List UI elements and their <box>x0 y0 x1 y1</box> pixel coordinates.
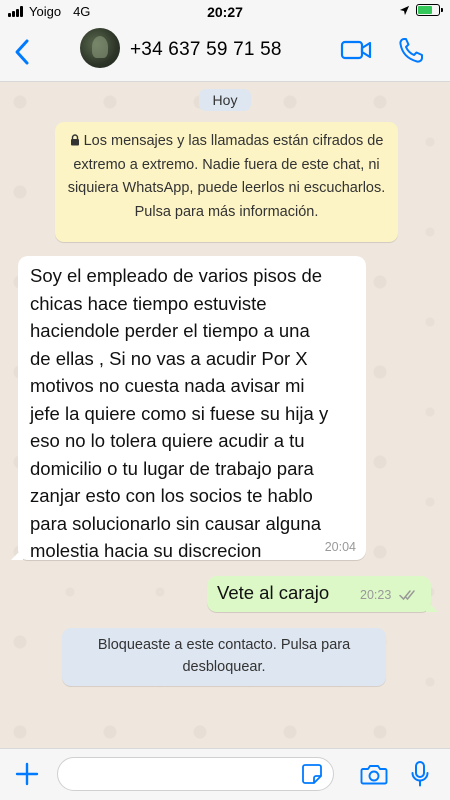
avatar[interactable] <box>80 28 120 68</box>
message-input-bar <box>0 748 450 800</box>
outgoing-message-text: Vete al carajo <box>217 582 330 603</box>
blocked-notice-line: desbloquear. <box>182 659 266 675</box>
chat-area[interactable]: Hoy Los mensajes y las llamadas están ci… <box>0 82 450 748</box>
microphone-icon[interactable] <box>410 760 430 788</box>
message-input[interactable] <box>57 757 334 791</box>
phone-icon[interactable] <box>398 36 424 64</box>
message-line: molestia hacia su discrecion <box>30 540 262 561</box>
message-line: eso no lo tolera quiere acudir a tu <box>30 430 305 451</box>
encryption-notice[interactable]: Los mensajes y las llamadas están cifrad… <box>55 122 398 242</box>
blocked-contact-notice[interactable]: Bloqueaste a este contacto. Pulsa para d… <box>62 628 386 686</box>
message-line: zanjar esto con los socios te hablo <box>30 485 313 506</box>
message-timestamp: 20:23 <box>360 588 392 602</box>
video-camera-icon[interactable] <box>340 38 372 62</box>
clock: 20:27 <box>207 4 243 20</box>
sticker-icon[interactable] <box>301 763 323 785</box>
message-line: Soy el empleado de varios pisos de <box>30 265 323 286</box>
blocked-notice-line: Bloqueaste a este contacto. Pulsa para <box>97 637 351 653</box>
location-arrow-icon <box>399 5 410 15</box>
contact-name[interactable]: +34 637 59 71 58 <box>130 39 282 61</box>
encryption-notice-text: Los mensajes y las llamadas están cifrad… <box>67 133 386 220</box>
status-right <box>399 4 443 16</box>
message-line: motivos no cuesta nada avisar mi <box>30 375 305 396</box>
incoming-message-text: Soy el empleado de varios pisos de chica… <box>30 262 354 565</box>
plus-icon[interactable] <box>15 762 39 786</box>
message-timestamp: 20:04 <box>324 540 356 554</box>
message-line: para solucionarlo sin causar alguna <box>30 512 322 534</box>
incoming-message[interactable]: Soy el empleado de varios pisos de chica… <box>11 256 366 561</box>
outgoing-message[interactable]: Vete al carajo 20:23 <box>207 576 438 612</box>
status-bar: Yoigo 4G 20:27 <box>0 0 450 24</box>
lock-icon <box>70 134 79 146</box>
message-line: domicilio o tu lugar de trabajo para <box>30 457 314 479</box>
message-line: jefe la quiere como si fuese su hija y <box>30 402 329 424</box>
chat-header: +34 637 59 71 58 <box>0 24 450 82</box>
message-line: de ellas , Si no vas a acudir Por X <box>30 347 308 369</box>
camera-icon[interactable] <box>360 762 388 786</box>
chevron-left-icon[interactable] <box>12 38 32 66</box>
message-line: haciendole perder el tiempo a una <box>30 320 310 341</box>
message-line: chicas hace tiempo estuviste <box>30 292 267 314</box>
battery-icon <box>416 4 443 16</box>
date-separator: Hoy <box>199 89 251 111</box>
double-check-icon <box>399 590 415 601</box>
